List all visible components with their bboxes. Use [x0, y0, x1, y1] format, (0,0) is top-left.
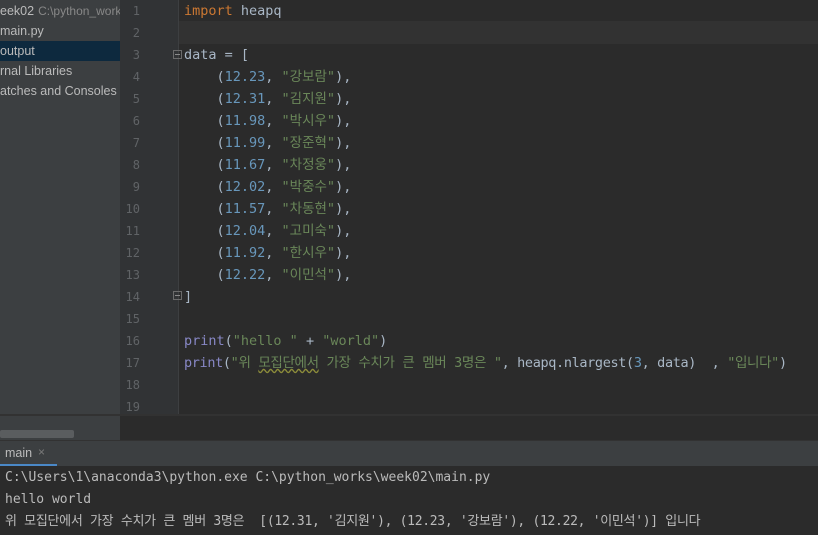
string-literal: "world": [322, 333, 380, 349]
operator-plus: +: [297, 333, 323, 349]
line-number: 1: [132, 4, 140, 18]
tuple-name: "김지원": [281, 91, 336, 107]
code-line-tuple: (11.67, "차정웅"),: [184, 157, 352, 173]
call-args: , data): [641, 355, 697, 371]
tuple-number: 12.02: [224, 179, 266, 195]
line-number: 18: [125, 378, 140, 392]
line-number: 4: [132, 70, 140, 84]
tuple-number: 12.22: [224, 267, 266, 283]
tuple-number: 11.67: [224, 157, 266, 173]
tuple-name: "고미숙": [281, 223, 336, 239]
line-number: 13: [125, 268, 140, 282]
tuple-name: "한시우": [281, 245, 336, 261]
console-line: 위 모집단에서 가장 수치가 큰 멤버 3명은 [(12.31, '김지원'),…: [5, 514, 701, 529]
fold-open-icon[interactable]: [173, 50, 182, 59]
project-root-path: C:\python_work: [38, 4, 120, 18]
project-panel: eek02 C:\python_work main.py output rnal …: [0, 0, 120, 440]
code-line-tuple: (11.92, "한시우"),: [184, 245, 352, 261]
code-line-17: print("위 모집단에서 가장 수치가 큰 멤버 3명은 ", heapq.…: [184, 355, 787, 371]
line-number: 6: [132, 114, 140, 128]
code-line-16: print("hello " + "world"): [184, 333, 388, 349]
line-number: 17: [125, 356, 140, 370]
console-line: C:\Users\1\anaconda3\python.exe C:\pytho…: [5, 470, 491, 485]
editor-divider: [0, 414, 818, 416]
tuple-name: "강보람": [281, 69, 336, 85]
line-number: 16: [125, 334, 140, 348]
string-literal: "hello ": [232, 333, 298, 349]
close-icon[interactable]: ×: [38, 445, 45, 459]
string-literal: "위: [230, 355, 259, 371]
tuple-number: 11.57: [224, 201, 266, 217]
tuple-name: "박시우": [281, 113, 336, 129]
project-root[interactable]: eek02 C:\python_work: [0, 1, 120, 21]
line-number: 3: [132, 48, 140, 62]
string-literal: 가장 수치가 큰 멤버 3명은 ": [318, 355, 502, 371]
code-line-tuple: (11.57, "차동현"),: [184, 201, 352, 217]
tuple-number: 11.92: [224, 245, 266, 261]
tuple-name: "장준혁": [281, 135, 336, 151]
code-line-14: ]: [184, 289, 193, 305]
tuple-name: "차정웅": [281, 157, 336, 173]
line-number: 15: [125, 312, 140, 326]
code-line-tuple: (12.02, "박중수"),: [184, 179, 352, 195]
gutter-separator: [178, 0, 179, 414]
line-number: 14: [125, 290, 140, 304]
print-builtin: print: [184, 355, 223, 371]
line-number: 11: [125, 224, 140, 238]
console-line: hello world: [5, 492, 92, 507]
project-root-name: eek02: [0, 4, 35, 18]
number-literal: 3: [633, 355, 642, 371]
line-number: 10: [125, 202, 140, 216]
nlargest-call: , heapq.nlargest(: [501, 355, 635, 371]
tree-item-scratches-and-consoles[interactable]: atches and Consoles: [0, 81, 117, 101]
code-line-3: data = [: [184, 47, 250, 63]
tree-item-main-py[interactable]: main.py: [0, 21, 44, 41]
tuple-number: 12.31: [224, 91, 266, 107]
line-number: 12: [125, 246, 140, 260]
ide-window: eek02 C:\python_work main.py output rnal …: [0, 0, 818, 535]
code-line-tuple: (12.22, "이민석"),: [184, 267, 352, 283]
code-line-tuple: (12.23, "강보람"),: [184, 69, 352, 85]
tuple-name: "차동현": [281, 201, 336, 217]
line-number: 7: [132, 136, 140, 150]
tuple-number: 12.04: [224, 223, 266, 239]
tree-item-external-libraries[interactable]: rnal Libraries: [0, 61, 72, 81]
run-tab-main[interactable]: main ×: [0, 441, 57, 467]
tuple-number: 12.23: [224, 69, 266, 85]
code-line-tuple: (12.04, "고미숙"),: [184, 223, 352, 239]
print-builtin: print: [184, 333, 225, 349]
sidebar-scrollbar[interactable]: [0, 430, 74, 438]
code-line-tuple: (11.99, "장준혁"),: [184, 135, 352, 151]
tuple-name: "박중수": [281, 179, 336, 195]
line-number: 2: [132, 26, 140, 40]
caret-row-highlight: [179, 21, 818, 44]
line-number: 9: [132, 180, 140, 194]
spelling-warning[interactable]: 모집단에서: [258, 355, 319, 371]
fold-close-icon[interactable]: [173, 291, 182, 300]
string-literal: "입니다": [727, 355, 779, 371]
code-line-1: import heapq: [184, 0, 282, 22]
tree-item-output[interactable]: output: [0, 41, 120, 61]
line-number: 8: [132, 158, 140, 172]
module-name: heapq: [232, 3, 282, 19]
line-number: 5: [132, 92, 140, 106]
code-line-tuple: (12.31, "김지원"),: [184, 91, 352, 107]
code-line-tuple: (11.98, "박시우"),: [184, 113, 352, 129]
tuple-name: "이민석": [281, 267, 336, 283]
run-tab-label: main: [5, 446, 33, 460]
run-tool-window-header: main ×: [0, 440, 818, 467]
tuple-number: 11.99: [224, 135, 266, 151]
run-console[interactable]: C:\Users\1\anaconda3\python.exe C:\pytho…: [0, 466, 818, 535]
tuple-number: 11.98: [224, 113, 266, 129]
keyword-import: import: [184, 3, 233, 19]
